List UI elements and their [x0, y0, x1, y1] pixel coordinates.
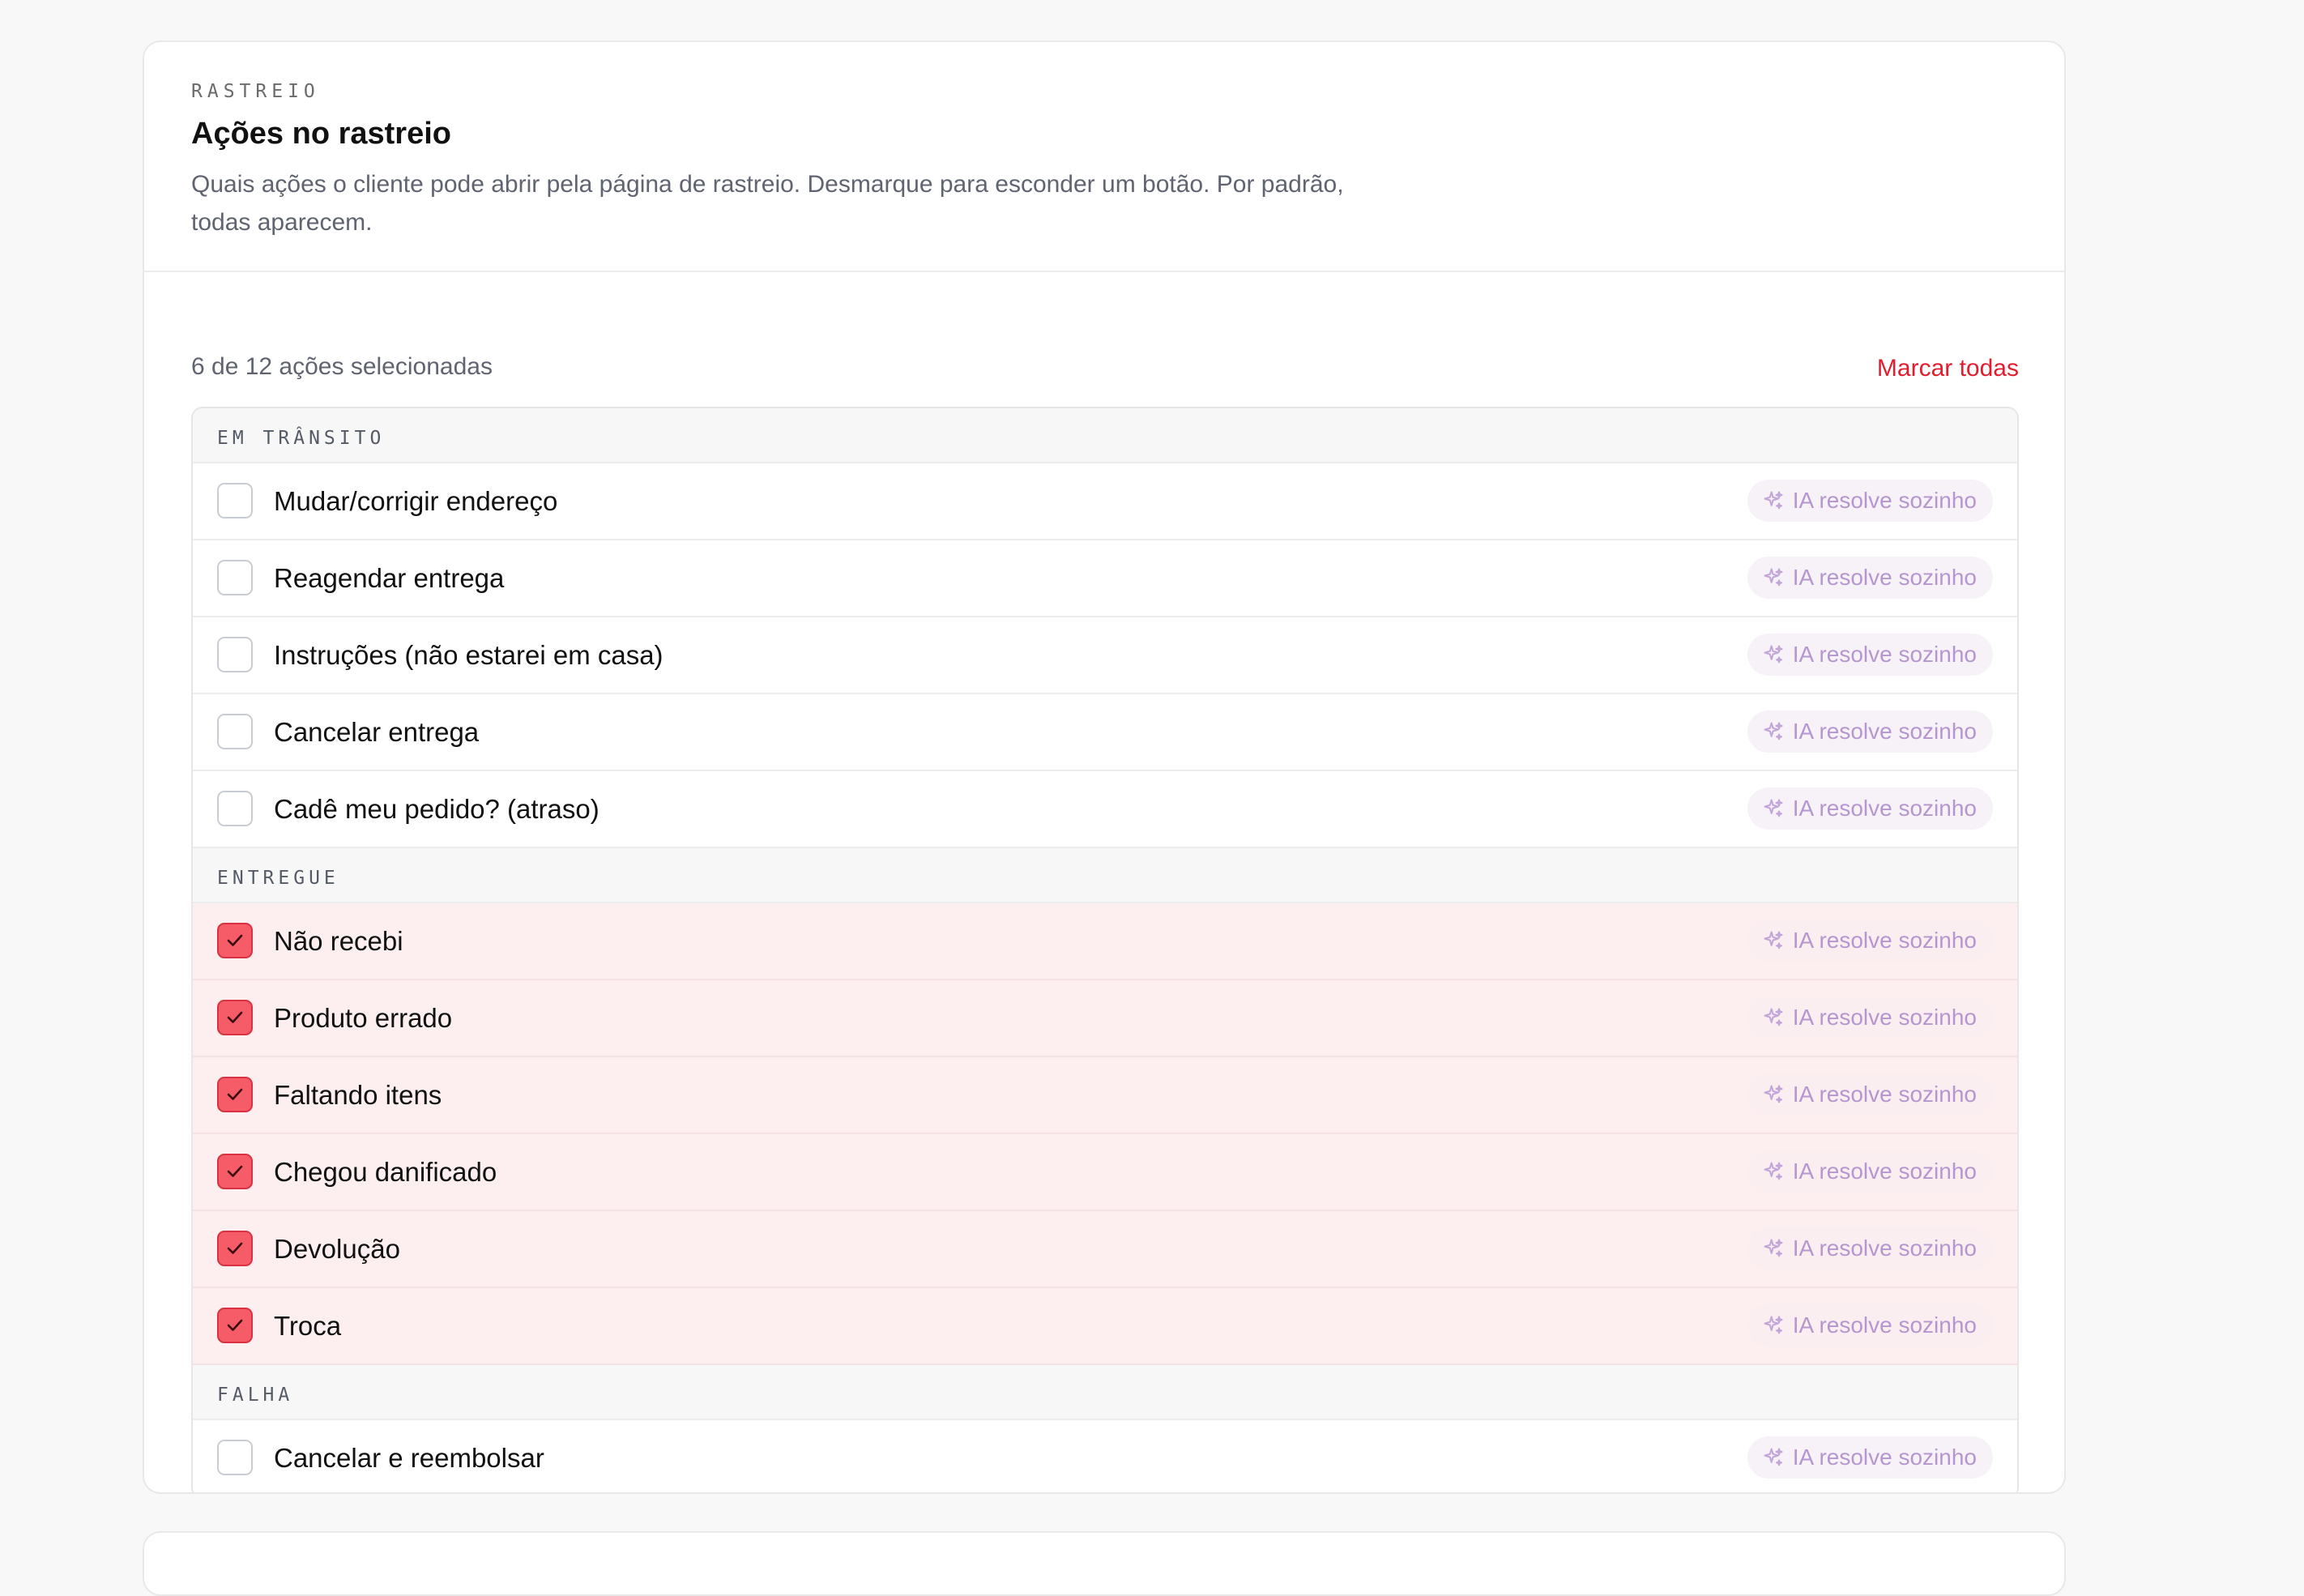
action-label: Instruções (não estarei em casa)	[274, 640, 663, 670]
ai-badge-label: IA resolve sozinho	[1792, 1159, 1977, 1184]
action-label: Cancelar entrega	[274, 717, 480, 747]
sparkles-icon	[1762, 643, 1793, 666]
action-item[interactable]: Faltando itens IA resolve sozinho	[193, 1057, 2017, 1134]
group-label: FALHA	[217, 1385, 294, 1406]
action-item[interactable]: Devolução IA resolve sozinho	[193, 1211, 2017, 1288]
ai-badge: IA resolve sozinho	[1747, 711, 1993, 753]
action-list: EM TRÂNSITO Mudar/corrigir endereço IA res…	[191, 407, 2019, 1492]
sparkles-icon	[1762, 929, 1793, 952]
selection-count: 6 de 12 ações selecionadas	[191, 353, 493, 380]
action-item[interactable]: Instruções (não estarei em casa) IA resol…	[193, 617, 2017, 694]
action-item[interactable]: Cancelar e reembolsar IA resolve sozinho	[193, 1420, 2017, 1492]
mark-all-button[interactable]: Marcar todas	[1877, 355, 2019, 382]
checkbox-checked[interactable]	[217, 1231, 253, 1266]
ai-badge: IA resolve sozinho	[1747, 480, 1993, 522]
sparkles-icon	[1762, 1237, 1793, 1260]
sparkles-icon	[1762, 797, 1793, 820]
action-item[interactable]: Produto errado IA resolve sozinho	[193, 980, 2017, 1057]
group-header: EM TRÂNSITO	[193, 408, 2017, 463]
action-label: Troca	[274, 1311, 342, 1341]
sparkles-icon	[1762, 1314, 1793, 1337]
checkbox-checked[interactable]	[217, 1308, 253, 1343]
group-label: EM TRÂNSITO	[217, 428, 386, 449]
ai-badge-label: IA resolve sozinho	[1792, 928, 1977, 953]
next-card	[143, 1531, 2066, 1596]
sparkles-icon	[1762, 1160, 1793, 1183]
action-item[interactable]: Chegou danificado IA resolve sozinho	[193, 1134, 2017, 1211]
selection-summary: 6 de 12 ações selecionadas Marcar todas	[191, 350, 2019, 390]
ai-badge-label: IA resolve sozinho	[1792, 488, 1977, 513]
ai-badge: IA resolve sozinho	[1747, 1304, 1993, 1346]
checkbox-unchecked[interactable]	[217, 483, 253, 518]
ai-badge: IA resolve sozinho	[1747, 1150, 1993, 1193]
action-item[interactable]: Reagendar entrega IA resolve sozinho	[193, 540, 2017, 617]
action-label: Mudar/corrigir endereço	[274, 486, 558, 516]
checkbox-checked[interactable]	[217, 1077, 253, 1112]
ai-badge: IA resolve sozinho	[1747, 1073, 1993, 1116]
sparkles-icon	[1762, 489, 1793, 512]
action-label: Não recebi	[274, 926, 403, 956]
section-title: Ações no rastreio	[191, 117, 451, 151]
checkbox-checked[interactable]	[217, 923, 253, 958]
ai-badge-label: IA resolve sozinho	[1792, 719, 1977, 744]
sparkles-icon	[1762, 1083, 1793, 1106]
ai-badge: IA resolve sozinho	[1747, 1436, 1993, 1479]
action-label: Cadê meu pedido? (atraso)	[274, 794, 599, 824]
group-header: FALHA	[193, 1365, 2017, 1420]
action-label: Reagendar entrega	[274, 563, 505, 593]
checkbox-unchecked[interactable]	[217, 1440, 253, 1475]
checkbox-checked[interactable]	[217, 1154, 253, 1189]
checkbox-unchecked[interactable]	[217, 560, 253, 595]
action-item[interactable]: Cadê meu pedido? (atraso) IA resolve sozi…	[193, 771, 2017, 848]
action-label: Faltando itens	[274, 1080, 442, 1110]
action-label: Chegou danificado	[274, 1157, 497, 1187]
ai-badge: IA resolve sozinho	[1747, 787, 1993, 830]
ai-badge-label: IA resolve sozinho	[1792, 1082, 1977, 1107]
action-item[interactable]: Troca IA resolve sozinho	[193, 1288, 2017, 1365]
ai-badge-label: IA resolve sozinho	[1792, 796, 1977, 821]
ai-badge: IA resolve sozinho	[1747, 634, 1993, 676]
sparkles-icon	[1762, 1006, 1793, 1029]
ai-badge-label: IA resolve sozinho	[1792, 1312, 1977, 1338]
group-header: ENTREGUE	[193, 848, 2017, 903]
ai-badge: IA resolve sozinho	[1747, 996, 1993, 1039]
ai-badge-label: IA resolve sozinho	[1792, 1445, 1977, 1470]
checkbox-unchecked[interactable]	[217, 714, 253, 749]
checkbox-unchecked[interactable]	[217, 637, 253, 672]
ai-badge-label: IA resolve sozinho	[1792, 642, 1977, 667]
checkbox-checked[interactable]	[217, 1000, 253, 1035]
action-label: Produto errado	[274, 1003, 453, 1033]
sparkles-icon	[1762, 566, 1793, 589]
section-eyebrow: RASTREIO	[191, 81, 320, 102]
sparkles-icon	[1762, 1446, 1793, 1469]
card-header: RASTREIO Ações no rastreio Quais ações o…	[144, 42, 2064, 272]
ai-badge-label: IA resolve sozinho	[1792, 1235, 1977, 1261]
action-item[interactable]: Não recebi IA resolve sozinho	[193, 903, 2017, 980]
action-label: Cancelar e reembolsar	[274, 1443, 544, 1473]
action-item[interactable]: Cancelar entrega IA resolve sozinho	[193, 694, 2017, 771]
ai-badge: IA resolve sozinho	[1747, 920, 1993, 962]
action-label: Devolução	[274, 1234, 400, 1264]
sparkles-icon	[1762, 720, 1793, 743]
group-label: ENTREGUE	[217, 868, 339, 889]
ai-badge-label: IA resolve sozinho	[1792, 1005, 1977, 1030]
ai-badge: IA resolve sozinho	[1747, 1227, 1993, 1270]
action-item[interactable]: Mudar/corrigir endereço IA resolve sozinh…	[193, 463, 2017, 540]
tracking-actions-card: RASTREIO Ações no rastreio Quais ações o…	[143, 41, 2066, 1494]
section-description: Quais ações o cliente pode abrir pela pá…	[191, 171, 1344, 236]
checkbox-unchecked[interactable]	[217, 791, 253, 826]
ai-badge-label: IA resolve sozinho	[1792, 565, 1977, 590]
ai-badge: IA resolve sozinho	[1747, 557, 1993, 599]
